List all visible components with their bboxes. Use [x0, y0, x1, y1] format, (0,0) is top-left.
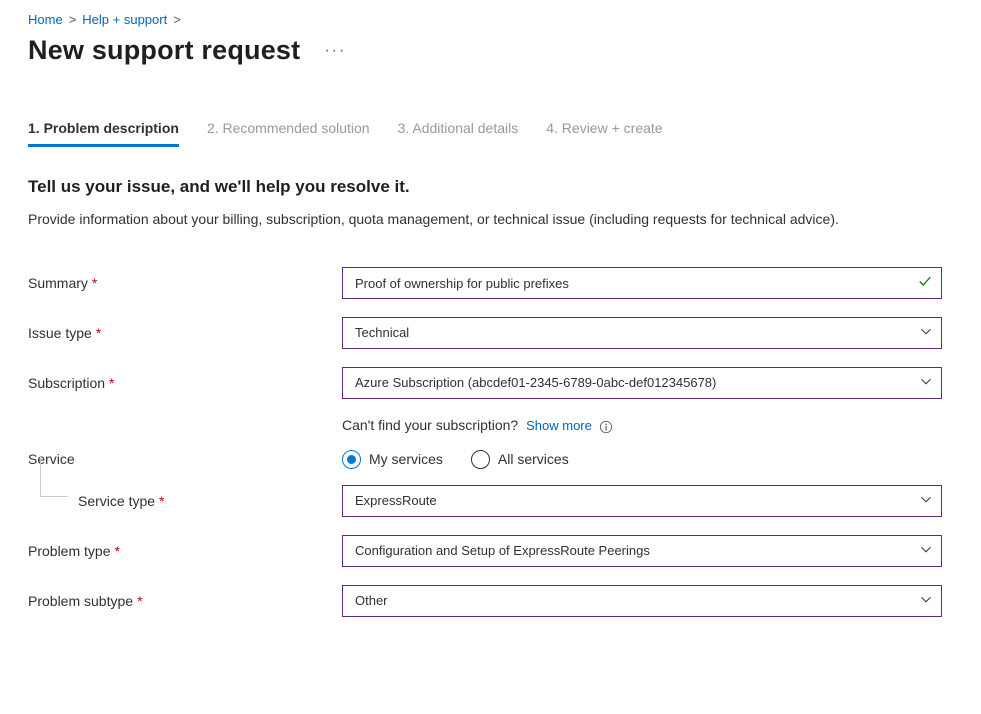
- summary-input-wrap: [342, 267, 942, 299]
- wizard-tabs: 1. Problem description 2. Recommended so…: [28, 120, 981, 147]
- checkmark-icon: [918, 275, 932, 292]
- radio-circle-icon: [342, 450, 361, 469]
- required-mark: *: [109, 375, 114, 391]
- problem-type-select-wrap: Configuration and Setup of ExpressRoute …: [342, 535, 942, 567]
- show-more-link[interactable]: Show more: [526, 418, 592, 433]
- row-problem-subtype: Problem subtype * Other: [28, 585, 981, 617]
- breadcrumb-sep: >: [173, 12, 181, 27]
- row-service: Service My services All services: [28, 450, 981, 469]
- radio-circle-icon: [471, 450, 490, 469]
- required-mark: *: [114, 543, 119, 559]
- issue-type-select-wrap: Technical: [342, 317, 942, 349]
- label-subscription: Subscription *: [28, 375, 342, 391]
- problem-description-form: Summary * Issue type * Technical Subscri…: [28, 267, 981, 617]
- row-subscription: Subscription * Azure Subscription (abcde…: [28, 367, 981, 399]
- label-issue-type: Issue type *: [28, 325, 342, 341]
- required-mark: *: [159, 493, 164, 509]
- label-problem-subtype-text: Problem subtype: [28, 593, 133, 609]
- row-service-type: Service type * ExpressRoute: [28, 485, 981, 517]
- issue-type-select[interactable]: Technical: [342, 317, 942, 349]
- breadcrumb: Home > Help + support >: [28, 12, 981, 27]
- service-type-select-wrap: ExpressRoute: [342, 485, 942, 517]
- required-mark: *: [137, 593, 142, 609]
- info-icon[interactable]: [599, 420, 613, 434]
- radio-all-services-label: All services: [498, 451, 569, 467]
- tree-connector-icon: [40, 457, 68, 497]
- page-title-row: New support request ···: [28, 35, 981, 66]
- summary-input[interactable]: [342, 267, 942, 299]
- more-actions-button[interactable]: ···: [318, 38, 352, 64]
- label-problem-subtype: Problem subtype *: [28, 593, 342, 609]
- subscription-select[interactable]: Azure Subscription (abcdef01-2345-6789-0…: [342, 367, 942, 399]
- tab-review-create[interactable]: 4. Review + create: [546, 120, 662, 147]
- page-title: New support request: [28, 35, 300, 66]
- row-summary: Summary *: [28, 267, 981, 299]
- subscription-help-text: Can't find your subscription?: [342, 417, 522, 433]
- label-problem-type-text: Problem type: [28, 543, 110, 559]
- required-mark: *: [96, 325, 101, 341]
- radio-my-services-label: My services: [369, 451, 443, 467]
- label-service-type-text: Service type: [78, 493, 155, 509]
- problem-type-select[interactable]: Configuration and Setup of ExpressRoute …: [342, 535, 942, 567]
- row-subscription-help: Can't find your subscription? Show more: [28, 417, 981, 434]
- radio-my-services[interactable]: My services: [342, 450, 443, 469]
- problem-subtype-select-wrap: Other: [342, 585, 942, 617]
- tab-additional-details[interactable]: 3. Additional details: [398, 120, 519, 147]
- label-problem-type: Problem type *: [28, 543, 342, 559]
- section-description: Provide information about your billing, …: [28, 209, 938, 229]
- required-mark: *: [92, 275, 97, 291]
- problem-subtype-select[interactable]: Other: [342, 585, 942, 617]
- tab-problem-description[interactable]: 1. Problem description: [28, 120, 179, 147]
- subscription-select-wrap: Azure Subscription (abcdef01-2345-6789-0…: [342, 367, 942, 399]
- service-type-select[interactable]: ExpressRoute: [342, 485, 942, 517]
- label-summary-text: Summary: [28, 275, 88, 291]
- label-subscription-text: Subscription: [28, 375, 105, 391]
- subscription-help: Can't find your subscription? Show more: [342, 417, 942, 434]
- breadcrumb-help-support[interactable]: Help + support: [82, 12, 167, 27]
- row-problem-type: Problem type * Configuration and Setup o…: [28, 535, 981, 567]
- label-issue-type-text: Issue type: [28, 325, 92, 341]
- label-summary: Summary *: [28, 275, 342, 291]
- label-service-type: Service type *: [28, 493, 342, 509]
- row-issue-type: Issue type * Technical: [28, 317, 981, 349]
- tab-recommended-solution[interactable]: 2. Recommended solution: [207, 120, 370, 147]
- radio-all-services[interactable]: All services: [471, 450, 569, 469]
- label-service: Service: [28, 451, 342, 467]
- breadcrumb-home[interactable]: Home: [28, 12, 63, 27]
- service-radio-group: My services All services: [342, 450, 942, 469]
- breadcrumb-sep: >: [69, 12, 77, 27]
- section-heading: Tell us your issue, and we'll help you r…: [28, 177, 981, 197]
